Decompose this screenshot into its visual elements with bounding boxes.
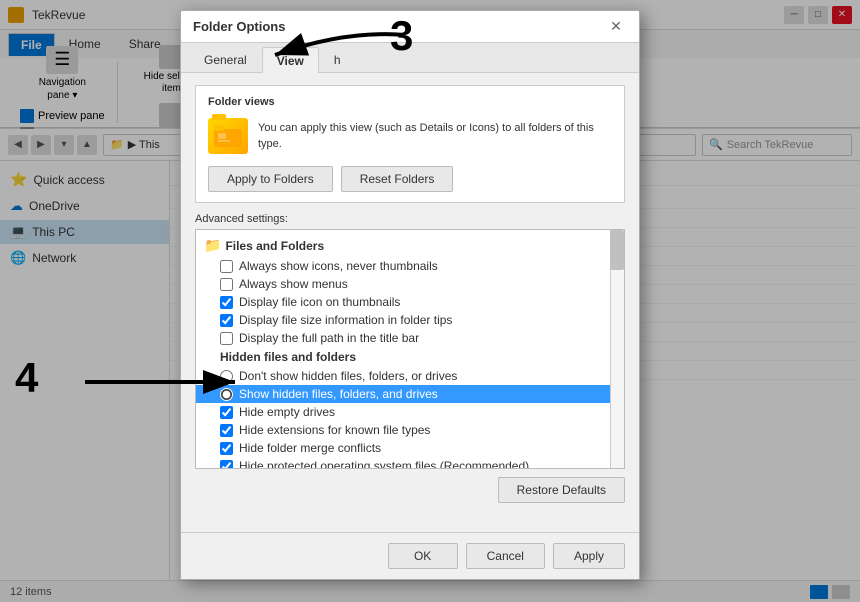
folder-views-buttons: Apply to Folders Reset Folders: [208, 166, 612, 192]
folder-views-title: Folder views: [208, 96, 612, 108]
ok-button[interactable]: OK: [388, 543, 458, 569]
folder-views-section: Folder views You can apply this view (su…: [195, 85, 625, 203]
arrow-4: [75, 362, 275, 402]
hide-merge-checkbox[interactable]: [220, 442, 233, 455]
adv-item-label: Display file icon on thumbnails: [239, 295, 400, 309]
dialog-body: Folder views You can apply this view (su…: [181, 73, 639, 532]
arrow-3: [225, 20, 425, 70]
display-file-icon-checkbox[interactable]: [220, 296, 233, 309]
adv-item-always-show-menus[interactable]: Always show menus: [196, 275, 624, 293]
adv-item-hide-protected[interactable]: Hide protected operating system files (R…: [196, 457, 624, 469]
folder-views-description: You can apply this view (such as Details…: [258, 120, 612, 153]
dialog-close-button[interactable]: ✕: [605, 16, 627, 38]
adv-item-display-file-icon[interactable]: Display file icon on thumbnails: [196, 293, 624, 311]
reset-folders-button[interactable]: Reset Folders: [341, 166, 454, 192]
display-full-path-checkbox[interactable]: [220, 332, 233, 345]
group-label: Files and Folders: [225, 239, 324, 253]
adv-item-always-show-icons[interactable]: Always show icons, never thumbnails: [196, 257, 624, 275]
annotation-4: 4: [15, 354, 38, 402]
folder-group-icon: 📁: [204, 237, 221, 254]
advanced-settings-list[interactable]: 📁 Files and Folders Always show icons, n…: [195, 229, 625, 469]
folder-views-content: You can apply this view (such as Details…: [208, 118, 612, 154]
folder-preview-icon: [208, 118, 248, 154]
display-file-size-checkbox[interactable]: [220, 314, 233, 327]
adv-item-hide-empty-drives[interactable]: Hide empty drives: [196, 403, 624, 421]
adv-item-label: Display the full path in the title bar: [239, 331, 419, 345]
scroll-thumb[interactable]: [610, 230, 624, 270]
always-show-icons-checkbox[interactable]: [220, 260, 233, 273]
advanced-settings-title: Advanced settings:: [195, 213, 625, 225]
adv-item-display-file-size[interactable]: Display file size information in folder …: [196, 311, 624, 329]
adv-item-label: Always show menus: [239, 277, 348, 291]
apply-to-folders-button[interactable]: Apply to Folders: [208, 166, 333, 192]
adv-item-label: Display file size information in folder …: [239, 313, 452, 327]
adv-item-label: Hide empty drives: [239, 405, 335, 419]
hide-protected-checkbox[interactable]: [220, 460, 233, 470]
apply-button[interactable]: Apply: [553, 543, 625, 569]
dialog-footer: OK Cancel Apply: [181, 532, 639, 579]
cancel-button[interactable]: Cancel: [466, 543, 545, 569]
hide-extensions-checkbox[interactable]: [220, 424, 233, 437]
dialog-overlay: Folder Options ✕ General View h Folder v…: [0, 0, 860, 602]
restore-defaults-button[interactable]: Restore Defaults: [498, 477, 625, 503]
adv-item-label: Hide protected operating system files (R…: [239, 459, 529, 469]
adv-item-label: Hide extensions for known file types: [239, 423, 430, 437]
always-show-menus-checkbox[interactable]: [220, 278, 233, 291]
adv-item-label: Hide folder merge conflicts: [239, 441, 381, 455]
adv-item-hide-merge[interactable]: Hide folder merge conflicts: [196, 439, 624, 457]
scrollbar[interactable]: [610, 230, 624, 468]
group-header-files-folders: 📁 Files and Folders: [196, 234, 624, 257]
adv-item-display-full-path[interactable]: Display the full path in the title bar: [196, 329, 624, 347]
adv-item-hide-extensions[interactable]: Hide extensions for known file types: [196, 421, 624, 439]
restore-defaults-row: Restore Defaults: [195, 477, 625, 503]
folder-options-dialog: Folder Options ✕ General View h Folder v…: [180, 10, 640, 580]
adv-item-label: Always show icons, never thumbnails: [239, 259, 438, 273]
hide-empty-drives-checkbox[interactable]: [220, 406, 233, 419]
